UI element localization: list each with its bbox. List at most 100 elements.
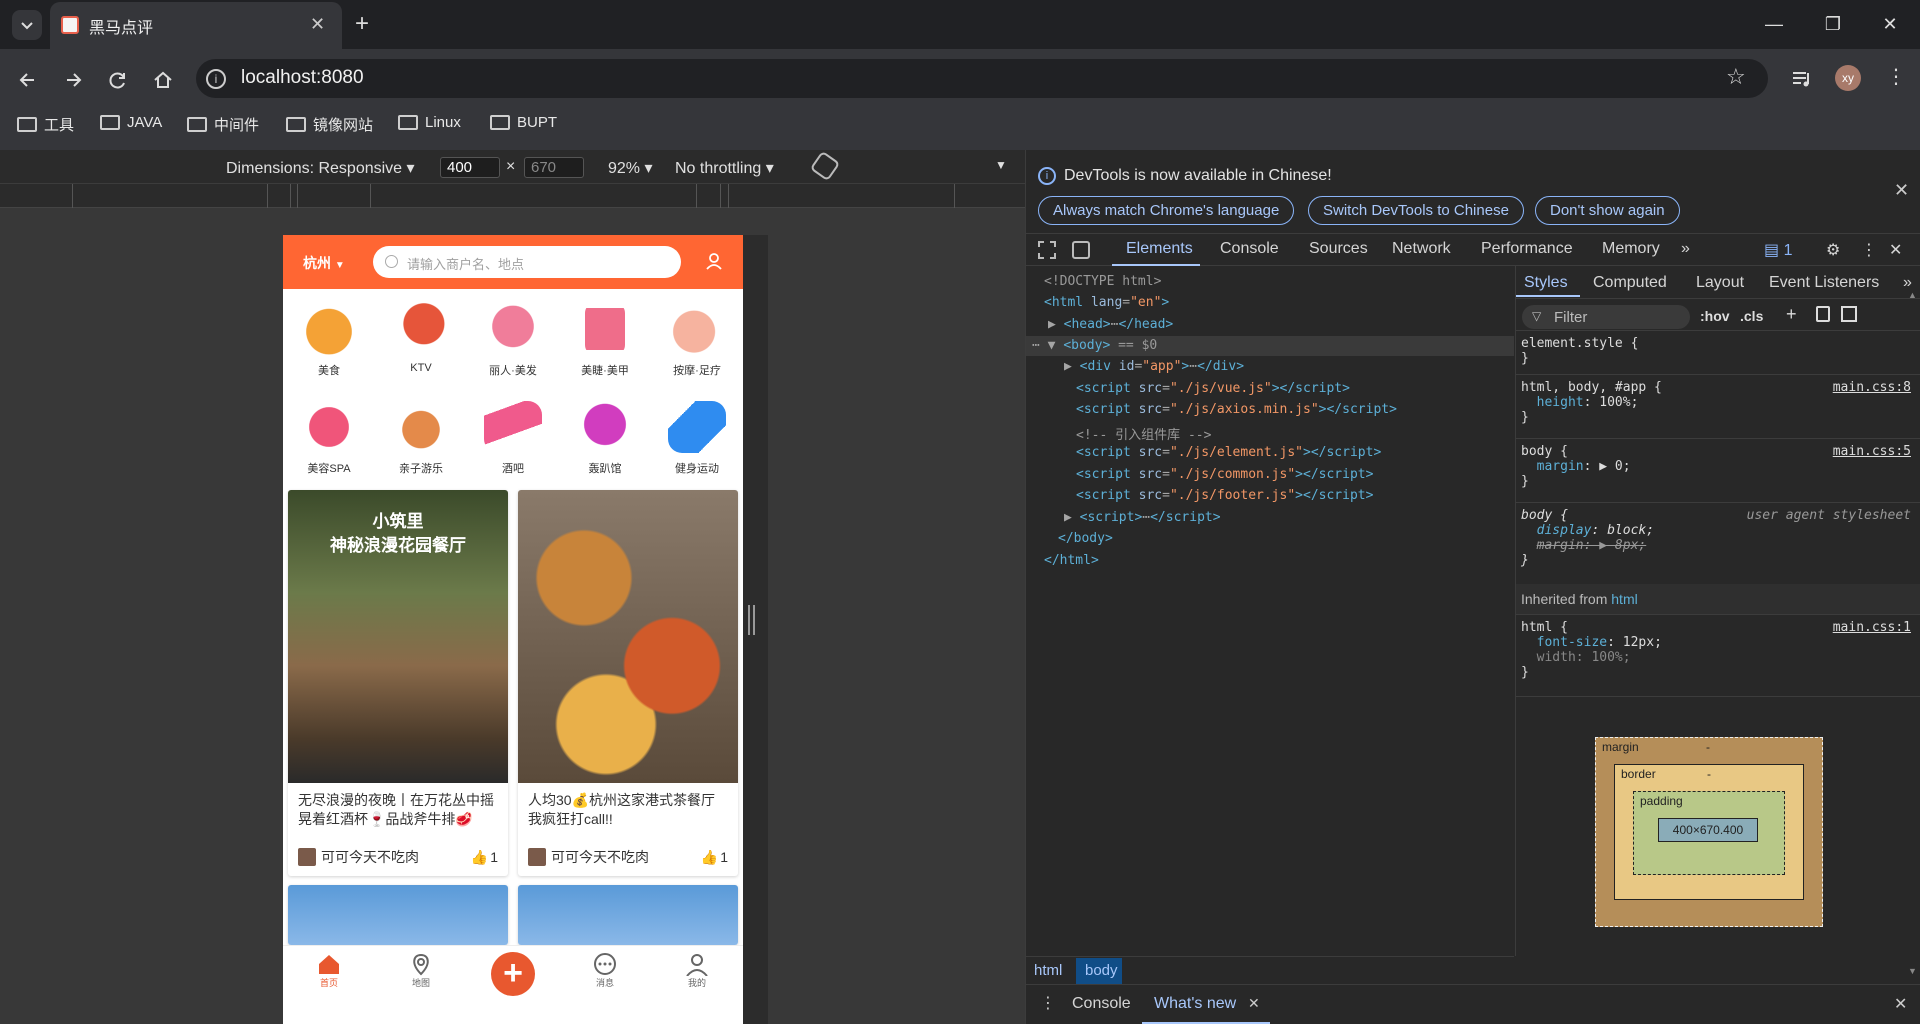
drawer-tab-close-icon[interactable]: ✕	[1248, 995, 1260, 1012]
issues-button[interactable]: ▤ 1	[1764, 240, 1792, 260]
banner-close-icon[interactable]: ✕	[1894, 180, 1909, 201]
device-toggle-icon[interactable]	[1072, 241, 1090, 259]
nav-profile[interactable]: 我的	[667, 952, 727, 989]
home-icon[interactable]	[149, 66, 177, 94]
tab-sources[interactable]: Sources	[1309, 240, 1368, 258]
reload-icon[interactable]	[104, 66, 132, 94]
dom-line[interactable]: <html lang="en">	[1044, 295, 1169, 310]
settings-gear-icon[interactable]: ⚙	[1826, 240, 1840, 260]
back-icon[interactable]	[14, 66, 42, 94]
bookmark-folder[interactable]: 工具	[17, 114, 74, 135]
hov-toggle[interactable]: :hov	[1700, 308, 1730, 324]
devtools-close-icon[interactable]: ✕	[1889, 240, 1902, 260]
dom-line[interactable]: ▶ <div id="app">⋯</div>	[1064, 359, 1244, 374]
dimensions-select[interactable]: Dimensions: Responsive ▾	[226, 158, 415, 178]
sidebar-toggle-icon[interactable]	[1841, 306, 1857, 322]
box-model-margin[interactable]: margin - border - padding 400×670.400	[1595, 737, 1823, 927]
more-tabs-icon[interactable]: »	[1681, 240, 1690, 258]
bookmark-folder[interactable]: 镜像网站	[286, 114, 373, 135]
styles-filter-input[interactable]: ▽ Filter	[1522, 305, 1690, 329]
style-rule[interactable]: element.style {}	[1521, 336, 1638, 366]
search-input[interactable]: 请输入商户名、地点	[373, 246, 681, 278]
dom-line[interactable]: ⋯ ▼ <body> == $0	[1032, 338, 1157, 353]
tab-close-icon[interactable]: ✕	[310, 14, 325, 35]
nav-home[interactable]: 首页	[299, 952, 359, 989]
category-item[interactable]: KTV	[375, 303, 467, 374]
add-post-button[interactable]: +	[491, 952, 535, 996]
bookmark-folder[interactable]: 中间件	[187, 114, 259, 135]
styles-scrollbar[interactable]: ▲ ▼	[1906, 290, 1918, 980]
post-card[interactable]: 小筑里 神秘浪漫花园餐厅 无尽浪漫的夜晚丨在万花丛中摇晃着红酒杯🍷品战斧牛排🥩 …	[288, 490, 508, 876]
zoom-select[interactable]: 92% ▾	[608, 158, 653, 178]
dom-line[interactable]: <script src="./js/vue.js"></script>	[1076, 381, 1350, 396]
like-button[interactable]: 👍 1	[471, 849, 498, 866]
dom-line[interactable]: <script src="./js/element.js"></script>	[1076, 445, 1381, 460]
crumb-body[interactable]: body	[1085, 962, 1118, 979]
width-input[interactable]: 400	[440, 157, 500, 178]
tab-event-listeners[interactable]: Event Listeners	[1769, 274, 1879, 292]
dom-line[interactable]: <script src="./js/common.js"></script>	[1076, 467, 1373, 482]
throttling-select[interactable]: No throttling ▾	[675, 158, 774, 178]
category-item[interactable]: 美容SPA	[283, 401, 375, 476]
dont-show-again-button[interactable]: Don't show again	[1535, 196, 1680, 225]
drawer-menu-icon[interactable]: ⋮	[1040, 993, 1056, 1013]
category-item[interactable]: 丽人·美发	[467, 303, 559, 378]
minimize-icon[interactable]: —	[1754, 8, 1794, 40]
devtools-menu-icon[interactable]: ⋮	[1861, 240, 1877, 260]
nav-messages[interactable]: 消息	[575, 952, 635, 989]
style-rule[interactable]: body { display: block; margin: ▶ 8px;}	[1521, 508, 1654, 568]
media-control-icon[interactable]	[1790, 66, 1816, 92]
stylesheet-link[interactable]: main.css:5	[1833, 444, 1911, 459]
tab-memory[interactable]: Memory	[1602, 240, 1660, 258]
restore-icon[interactable]: ❐	[1813, 8, 1853, 40]
category-item[interactable]: 美食	[283, 303, 375, 378]
tab-console[interactable]: Console	[1220, 240, 1279, 258]
window-close-icon[interactable]: ✕	[1870, 8, 1910, 40]
dom-line[interactable]: <!DOCTYPE html>	[1044, 274, 1161, 289]
paint-icon[interactable]	[1816, 306, 1830, 322]
dom-line[interactable]: <!-- 引入组件库 -->	[1076, 424, 1211, 443]
style-rule[interactable]: html { font-size: 12px; width: 100%;}	[1521, 620, 1662, 680]
switch-to-chinese-button[interactable]: Switch DevTools to Chinese	[1308, 196, 1524, 225]
bookmark-folder[interactable]: Linux	[398, 114, 461, 131]
dom-line[interactable]: ▶ <script>⋯</script>	[1064, 510, 1221, 525]
category-item[interactable]: 按摩·足疗	[651, 303, 743, 378]
tab-search-button[interactable]	[12, 10, 42, 40]
forward-icon[interactable]	[59, 66, 87, 94]
site-info-icon[interactable]: i	[206, 69, 226, 89]
menu-icon[interactable]: ⋮	[1886, 64, 1906, 89]
dom-line[interactable]: </body>	[1058, 531, 1113, 546]
style-rule[interactable]: html, body, #app { height: 100%;}	[1521, 380, 1662, 425]
drawer-tab-whats-new[interactable]: What's new	[1154, 995, 1236, 1013]
category-item[interactable]: 亲子游乐	[375, 401, 467, 476]
tab-network[interactable]: Network	[1392, 240, 1451, 258]
profile-avatar[interactable]: xy	[1835, 65, 1861, 91]
city-select[interactable]: 杭州 ▼	[303, 253, 345, 273]
category-item[interactable]: 轰趴馆	[559, 401, 651, 476]
stylesheet-link[interactable]: main.css:1	[1833, 620, 1911, 635]
crumb-html[interactable]: html	[1034, 962, 1062, 979]
dom-line[interactable]: <script src="./js/footer.js"></script>	[1076, 488, 1373, 503]
post-card[interactable]	[288, 885, 508, 945]
tab-layout[interactable]: Layout	[1696, 274, 1744, 292]
dom-line[interactable]: <script src="./js/axios.min.js"></script…	[1076, 402, 1397, 417]
category-item[interactable]: 健身运动	[651, 401, 743, 476]
address-bar[interactable]	[196, 59, 1768, 98]
stylesheet-link[interactable]: main.css:8	[1833, 380, 1911, 395]
tab-computed[interactable]: Computed	[1593, 274, 1667, 292]
box-model-padding[interactable]: padding 400×670.400	[1633, 791, 1785, 875]
bookmark-folder[interactable]: JAVA	[100, 114, 162, 131]
nav-map[interactable]: 地图	[391, 952, 451, 989]
new-tab-button[interactable]: +	[355, 10, 369, 38]
new-rule-icon[interactable]: +	[1786, 304, 1797, 325]
box-model-content[interactable]: 400×670.400	[1658, 818, 1758, 842]
post-card[interactable]: 人均30💰杭州这家港式茶餐厅我疯狂打call!! 可可今天不吃肉 👍 1	[518, 490, 738, 876]
bookmark-star-icon[interactable]: ☆	[1726, 64, 1746, 90]
dom-line[interactable]: ▶ <head>⋯</head>	[1048, 317, 1173, 332]
drawer-close-icon[interactable]: ✕	[1894, 994, 1907, 1014]
device-toolbar-more-icon[interactable]: ▼	[995, 158, 1007, 172]
style-rule[interactable]: body { margin: ▶ 0;}	[1521, 444, 1631, 489]
tab-performance[interactable]: Performance	[1481, 240, 1573, 258]
tab-styles[interactable]: Styles	[1524, 274, 1568, 292]
category-item[interactable]: 酒吧	[467, 401, 559, 476]
